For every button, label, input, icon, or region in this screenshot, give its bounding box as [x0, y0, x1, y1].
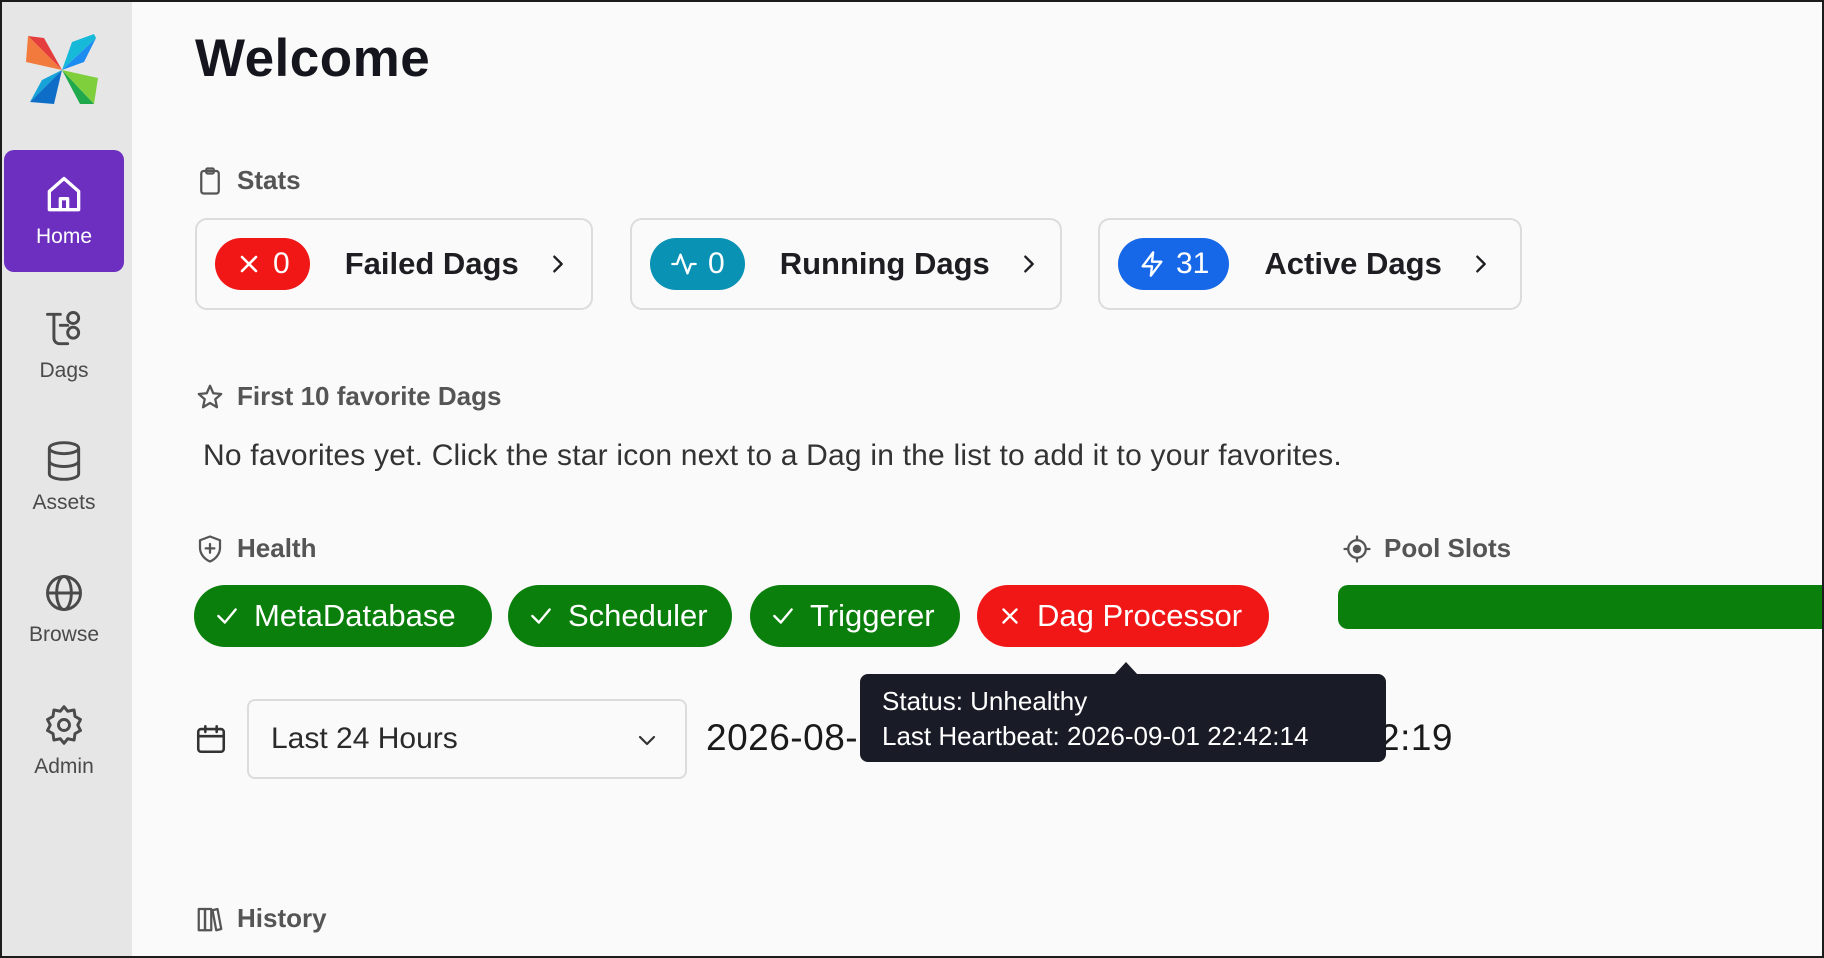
running-dags-card[interactable]: 0 Running Dags	[630, 218, 1062, 310]
sidebar-item-label: Admin	[34, 755, 94, 778]
favorites-heading: First 10 favorite Dags	[195, 381, 501, 412]
health-metadatabase-badge[interactable]: MetaDatabase	[194, 585, 492, 647]
chevron-down-icon	[638, 735, 656, 746]
tooltip-last-heartbeat: Last Heartbeat: 2026-09-01 22:42:14	[882, 721, 1309, 751]
health-heading-label: Health	[237, 533, 317, 563]
failed-dags-label: Failed Dags	[344, 246, 519, 281]
chevron-right-icon	[1023, 255, 1034, 273]
dags-icon	[46, 311, 81, 346]
x-icon	[240, 255, 258, 273]
airflow-logo[interactable]	[24, 32, 100, 108]
crosshair-icon	[1343, 534, 1371, 563]
database-icon	[47, 441, 81, 481]
app-frame: Home Dags Assets Browse Admin Welcome St…	[0, 0, 1824, 958]
health-heading: Health	[195, 533, 316, 564]
x-icon	[1002, 608, 1018, 624]
check-icon	[217, 608, 237, 624]
failed-dags-count: 0	[273, 247, 290, 280]
failed-dags-card[interactable]: 0 Failed Dags	[195, 218, 593, 310]
clipboard-icon	[200, 166, 220, 195]
health-item-label: MetaDatabase	[254, 598, 456, 633]
sidebar-item-label: Home	[35, 225, 93, 248]
sidebar-item-home[interactable]: Home	[4, 150, 124, 272]
pool-slots-bar[interactable]	[1338, 585, 1822, 629]
gear-icon	[46, 705, 82, 745]
date-range-start: 2026-08-	[706, 717, 859, 758]
stats-heading: Stats	[195, 165, 301, 196]
sidebar-item-label: Dags	[39, 359, 89, 382]
check-icon	[773, 608, 793, 624]
sidebar-item-admin[interactable]: Admin	[4, 680, 124, 802]
history-heading-label: History	[237, 903, 327, 933]
sidebar-item-browse[interactable]: Browse	[4, 548, 124, 670]
health-dag-processor-badge[interactable]: Dag Processor	[977, 585, 1269, 647]
active-dags-count: 31	[1176, 247, 1210, 280]
favorites-heading-label: First 10 favorite Dags	[237, 381, 502, 411]
books-icon	[197, 907, 223, 931]
bolt-icon	[1141, 251, 1163, 277]
active-dags-label: Active Dags	[1264, 246, 1442, 281]
chevron-right-icon	[552, 255, 563, 273]
favorites-empty-message: No favorites yet. Click the star icon ne…	[203, 439, 1342, 472]
sidebar-item-dags[interactable]: Dags	[4, 284, 124, 406]
stats-heading-label: Stats	[237, 165, 301, 195]
active-dags-card[interactable]: 31 Active Dags	[1098, 218, 1522, 310]
sidebar: Home Dags Assets Browse Admin	[2, 2, 132, 956]
time-range-select[interactable]: Last 24 Hours	[247, 699, 687, 779]
page-title: Welcome	[195, 29, 431, 88]
running-dags-count-badge: 0	[650, 238, 745, 290]
pool-slots-heading-label: Pool Slots	[1384, 533, 1512, 563]
active-dags-count-badge: 31	[1118, 238, 1230, 290]
tooltip-status: Status: Unhealthy	[882, 686, 1088, 716]
globe-icon	[46, 575, 82, 611]
date-range-end: 2:19	[1379, 717, 1454, 758]
failed-dags-count-badge: 0	[215, 238, 310, 290]
health-item-label: Scheduler	[568, 598, 708, 633]
chevron-right-icon	[1475, 255, 1486, 273]
running-dags-label: Running Dags	[779, 246, 990, 281]
health-item-label: Dag Processor	[1037, 598, 1243, 633]
home-icon	[47, 176, 81, 212]
pool-slots-heading: Pool Slots	[1342, 533, 1511, 564]
sidebar-item-assets[interactable]: Assets	[4, 416, 124, 538]
star-icon	[197, 384, 223, 408]
shield-plus-icon	[198, 534, 222, 563]
sidebar-item-label: Browse	[28, 623, 100, 646]
sidebar-item-label: Assets	[32, 491, 96, 514]
time-range-selected-value: Last 24 Hours	[271, 722, 458, 755]
health-triggerer-badge[interactable]: Triggerer	[750, 585, 960, 647]
check-icon	[531, 608, 551, 624]
running-dags-count: 0	[708, 247, 725, 280]
health-item-label: Triggerer	[810, 598, 935, 633]
history-heading: History	[195, 903, 327, 934]
health-scheduler-badge[interactable]: Scheduler	[508, 585, 732, 647]
calendar-icon	[196, 724, 226, 754]
health-tooltip: Status: Unhealthy Last Heartbeat: 2026-0…	[860, 674, 1386, 762]
activity-icon	[671, 253, 697, 275]
